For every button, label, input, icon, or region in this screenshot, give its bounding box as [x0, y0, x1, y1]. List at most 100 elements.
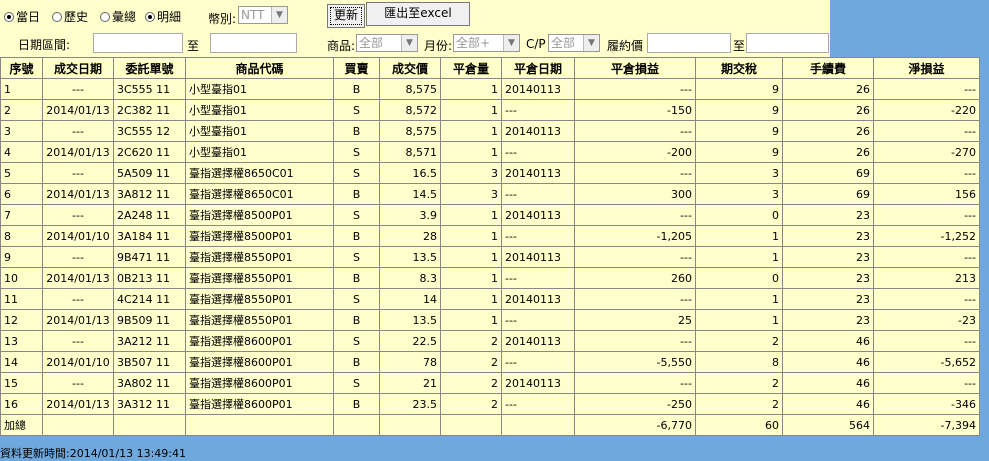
- table-row[interactable]: 13 --- 3A212 11 臺指選擇權8600P01 S 22.5 2 20140113-…: [0, 330, 980, 352]
- radio-detail[interactable]: 明細: [145, 8, 181, 25]
- table-cell: 16.5: [379, 162, 441, 184]
- table-cell: 9: [695, 120, 783, 142]
- currency-select[interactable]: NTT ▼: [238, 6, 288, 24]
- table-cell: 2014/01/10: [42, 225, 114, 247]
- table-cell: 3A812 11: [113, 183, 186, 205]
- column-header: 成交日期: [42, 57, 114, 79]
- table-cell: 9: [695, 78, 783, 100]
- total-cell: 60: [695, 414, 783, 436]
- table-row[interactable]: 8 2014/01/10 3A184 11 臺指選擇權8500P01 B 28 1 --- -1…: [0, 225, 980, 247]
- table-cell: -5,652: [873, 351, 980, 373]
- radio-summary[interactable]: 彙總: [100, 8, 136, 25]
- table-cell: 臺指選擇權8650C01: [185, 183, 334, 205]
- table-cell: 8: [0, 225, 43, 247]
- table-cell: 1: [440, 309, 502, 331]
- table-cell: 3: [440, 183, 502, 205]
- month-label: 月份:: [424, 39, 453, 53]
- table-cell: 14.5: [379, 183, 441, 205]
- table-cell: S: [333, 141, 380, 163]
- export-excel-button[interactable]: 匯出至excel: [366, 2, 470, 26]
- table-cell: ---: [501, 225, 575, 247]
- radio-today[interactable]: 當日: [4, 8, 40, 25]
- table-cell: 3A184 11: [113, 225, 186, 247]
- radio-dot-icon: [52, 11, 62, 22]
- table-cell: 臺指選擇權8550P01: [185, 246, 334, 268]
- table-cell: 2014/01/13: [42, 267, 114, 289]
- date-to-input[interactable]: [210, 33, 297, 53]
- total-cell: [379, 414, 441, 436]
- strike-from-input[interactable]: [647, 33, 731, 53]
- table-cell: 20140113: [501, 372, 575, 394]
- table-row[interactable]: 1 --- 3C555 11 小型臺指01 B 8,575 1 20140113 --- 9 26-…: [0, 78, 980, 100]
- strike-to-input[interactable]: [746, 33, 829, 53]
- table-cell: 6: [0, 183, 43, 205]
- table-cell: 23.5: [379, 393, 441, 415]
- table-row[interactable]: 11 --- 4C214 11 臺指選擇權8550P01 S 14 1 20140113 ---…: [0, 288, 980, 310]
- table-row[interactable]: 16 2014/01/13 3A312 11 臺指選擇權8600P01 B 23.5 2 --…: [0, 393, 980, 415]
- table-cell: ---: [574, 246, 696, 268]
- product-select[interactable]: 全部 ▼: [356, 34, 418, 52]
- table-row[interactable]: 7 --- 2A248 11 臺指選擇權8500P01 S 3.9 1 20140113 ---…: [0, 204, 980, 226]
- month-select[interactable]: 全部+ ▼: [453, 34, 520, 52]
- table-cell: 1: [440, 267, 502, 289]
- table-cell: 20140113: [501, 288, 575, 310]
- table-cell: 0: [695, 267, 783, 289]
- cp-select[interactable]: 全部 ▼: [548, 34, 600, 52]
- table-cell: 1: [440, 204, 502, 226]
- table-cell: ---: [574, 372, 696, 394]
- table-cell: B: [333, 78, 380, 100]
- refresh-button[interactable]: 更新: [327, 4, 365, 28]
- table-cell: 臺指選擇權8600P01: [185, 351, 334, 373]
- table-row[interactable]: 4 2014/01/13 2C620 11 小型臺指01 S 8,571 1 --- -200 9…: [0, 141, 980, 163]
- table-cell: 300: [574, 183, 696, 205]
- table-cell: 20140113: [501, 162, 575, 184]
- total-row: 加總 -6,770 60 564 -7,394: [0, 414, 980, 436]
- table-cell: 26: [782, 99, 874, 121]
- table-cell: 2C620 11: [113, 141, 186, 163]
- table-row[interactable]: 2 2014/01/13 2C382 11 小型臺指01 S 8,572 1 --- -150 9…: [0, 99, 980, 121]
- table-cell: 2: [440, 351, 502, 373]
- radio-history[interactable]: 歷史: [52, 8, 88, 25]
- table-row[interactable]: 15 --- 3A802 11 臺指選擇權8600P01 S 21 2 20140113 ---…: [0, 372, 980, 394]
- table-row[interactable]: 10 2014/01/13 0B213 11 臺指選擇權8550P01 B 8.3 1 ---…: [0, 267, 980, 289]
- table-cell: 46: [782, 351, 874, 373]
- cp-label: C/P: [526, 37, 546, 51]
- table-cell: -346: [873, 393, 980, 415]
- table-cell: 1: [440, 225, 502, 247]
- radio-dot-icon: [100, 11, 110, 22]
- table-cell: ---: [873, 162, 980, 184]
- table-cell: 69: [782, 183, 874, 205]
- table-cell: 2014/01/10: [42, 351, 114, 373]
- table-cell: ---: [501, 393, 575, 415]
- table-cell: 8,575: [379, 120, 441, 142]
- table-cell: ---: [574, 204, 696, 226]
- chevron-down-icon: ▼: [503, 35, 519, 51]
- table-cell: 臺指選擇權8500P01: [185, 225, 334, 247]
- table-cell: 12: [0, 309, 43, 331]
- table-row[interactable]: 3 --- 3C555 12 小型臺指01 B 8,575 1 20140113 --- 9 26-…: [0, 120, 980, 142]
- date-from-input[interactable]: [93, 33, 183, 53]
- table-cell: 260: [574, 267, 696, 289]
- table-cell: 20140113: [501, 246, 575, 268]
- table-cell: 46: [782, 393, 874, 415]
- table-row[interactable]: 9 --- 9B471 11 臺指選擇權8550P01 S 13.5 1 20140113 --…: [0, 246, 980, 268]
- table-cell: 2: [695, 393, 783, 415]
- table-row[interactable]: 6 2014/01/13 3A812 11 臺指選擇權8650C01 B 14.5 3 ---…: [0, 183, 980, 205]
- table-cell: -1,252: [873, 225, 980, 247]
- table-cell: 臺指選擇權8550P01: [185, 267, 334, 289]
- table-row[interactable]: 14 2014/01/10 3B507 11 臺指選擇權8600P01 B 78 2 --- -…: [0, 351, 980, 373]
- table-cell: ---: [873, 330, 980, 352]
- total-cell: -7,394: [873, 414, 980, 436]
- table-row[interactable]: 12 2014/01/13 9B509 11 臺指選擇權8550P01 B 13.5 1 --…: [0, 309, 980, 331]
- column-header: 買賣: [333, 57, 380, 79]
- table-cell: ---: [42, 288, 114, 310]
- table-cell: ---: [42, 78, 114, 100]
- table-cell: 3C555 11: [113, 78, 186, 100]
- table-cell: 26: [782, 141, 874, 163]
- table-row[interactable]: 5 --- 5A509 11 臺指選擇權8650C01 S 16.5 3 20140113 --…: [0, 162, 980, 184]
- table-cell: B: [333, 225, 380, 247]
- table-cell: 23: [782, 204, 874, 226]
- table-cell: 3: [695, 162, 783, 184]
- total-cell: [440, 414, 502, 436]
- table-cell: -250: [574, 393, 696, 415]
